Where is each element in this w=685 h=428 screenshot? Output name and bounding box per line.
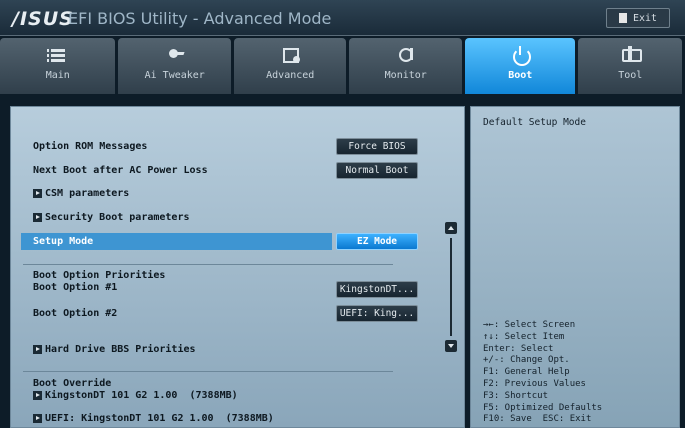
- setup-mode-label[interactable]: Setup Mode: [33, 233, 93, 249]
- override-item-1[interactable]: KingstonDT 101 G2 1.00 (7388MB): [33, 388, 238, 402]
- scroll-up-icon[interactable]: [445, 222, 457, 234]
- help-description: Default Setup Mode: [483, 117, 586, 128]
- security-boot-label: Security Boot parameters: [45, 211, 190, 223]
- key-hint: +/-: Change Opt.: [483, 355, 570, 366]
- tab-boot[interactable]: Boot: [464, 38, 576, 94]
- tool-icon: [619, 46, 643, 64]
- boot-option-2-label: Boot Option #2: [33, 307, 118, 319]
- tab-main[interactable]: Main: [0, 38, 116, 94]
- tab-label: Advanced: [266, 70, 315, 81]
- tab-bar: Main Ai Tweaker Advanced Monitor Boot To…: [0, 38, 685, 94]
- tab-ai-tweaker[interactable]: Ai Tweaker: [118, 38, 231, 94]
- submenu-arrow-icon: [33, 188, 42, 198]
- submenu-arrow-icon: [33, 212, 42, 222]
- override-item-2[interactable]: UEFI: KingstonDT 101 G2 1.00 (7388MB): [33, 410, 274, 426]
- key-hint: F2: Previous Values: [483, 378, 586, 389]
- ai-tweaker-icon: [164, 46, 186, 64]
- key-hint: F3: Shortcut: [483, 390, 549, 401]
- boot-option-1-label: Boot Option #1: [33, 281, 118, 293]
- option-rom-value[interactable]: Force BIOS: [336, 138, 418, 155]
- tab-advanced[interactable]: Advanced: [233, 38, 347, 94]
- submenu-arrow-icon: [33, 390, 42, 400]
- tab-label: Tool: [618, 70, 643, 81]
- security-boot-link[interactable]: Security Boot parameters: [33, 209, 190, 225]
- boot-option-1-value[interactable]: KingstonDT...: [336, 281, 418, 298]
- settings-panel: Option ROM Messages Force BIOS Next Boot…: [10, 106, 465, 428]
- key-hint: F1: General Help: [483, 367, 570, 378]
- divider: [23, 371, 393, 372]
- tab-label: Ai Tweaker: [144, 70, 205, 81]
- asus-logo: /ISUS: [12, 8, 74, 30]
- exit-label: Exit: [632, 12, 658, 24]
- window-title: EFI BIOS Utility - Advanced Mode: [68, 9, 332, 28]
- scroll-track[interactable]: [450, 238, 452, 336]
- tab-label: Boot: [508, 70, 533, 81]
- tab-tool[interactable]: Tool: [578, 38, 683, 94]
- list-icon: [46, 46, 69, 64]
- key-hint: Enter: Select: [483, 343, 554, 354]
- advanced-icon: [279, 46, 301, 64]
- hdd-bbs-link[interactable]: Hard Drive BBS Priorities: [33, 341, 196, 357]
- next-boot-label: Next Boot after AC Power Loss: [33, 164, 208, 176]
- tab-label: Main: [45, 70, 70, 81]
- submenu-arrow-icon: [33, 413, 42, 423]
- hdd-bbs-label: Hard Drive BBS Priorities: [45, 343, 196, 355]
- key-hint: F5: Optimized Defaults: [483, 402, 603, 413]
- boot-option-2-value[interactable]: UEFI: King...: [336, 305, 418, 322]
- option-rom-label: Option ROM Messages: [33, 140, 148, 152]
- setup-mode-value[interactable]: EZ Mode: [336, 233, 418, 250]
- key-hint: F10: Save ESC: Exit: [483, 414, 592, 425]
- next-boot-value[interactable]: Normal Boot: [336, 162, 418, 179]
- divider: [23, 264, 393, 265]
- csm-parameters-link[interactable]: CSM parameters: [33, 185, 129, 201]
- help-panel: Default Setup Mode →←: Select Screen ↑↓:…: [470, 106, 680, 428]
- monitor-icon: [395, 46, 417, 64]
- key-hint: →←: Select Screen: [483, 320, 576, 330]
- csm-parameters-label: CSM parameters: [45, 187, 130, 199]
- key-legend: →←: Select Screen ↑↓: Select Item Enter:…: [483, 320, 678, 426]
- key-hint: ↑↓: Select Item: [483, 331, 565, 342]
- tab-monitor[interactable]: Monitor: [349, 38, 462, 94]
- exit-icon: [618, 13, 627, 23]
- tab-label: Monitor: [384, 70, 427, 81]
- exit-button[interactable]: Exit: [606, 8, 670, 28]
- scrollbar[interactable]: [445, 222, 457, 352]
- scroll-down-icon[interactable]: [445, 340, 457, 352]
- power-icon: [509, 46, 532, 66]
- override-item-label: KingstonDT 101 G2 1.00 (7388MB): [45, 389, 238, 401]
- submenu-arrow-icon: [33, 344, 42, 354]
- title-bar: /ISUS EFI BIOS Utility - Advanced Mode E…: [0, 0, 685, 36]
- override-item-label: UEFI: KingstonDT 101 G2 1.00 (7388MB): [45, 412, 274, 424]
